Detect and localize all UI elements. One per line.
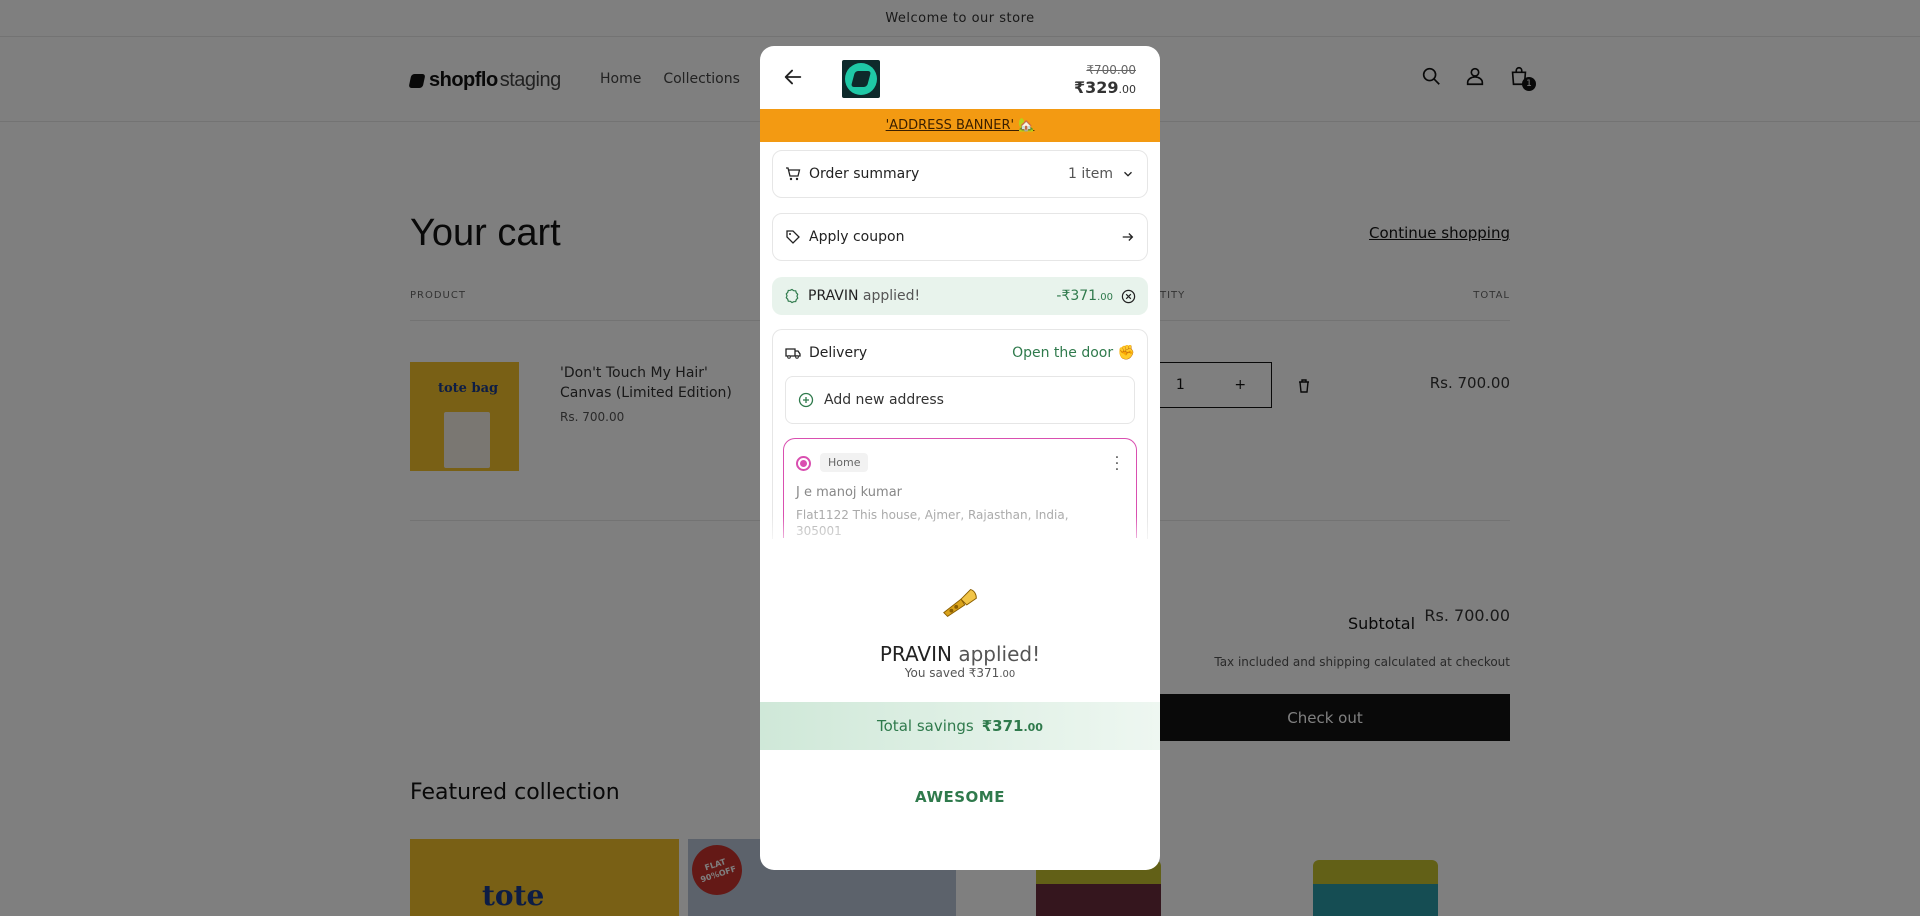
coupon-success-title: PRAVIN applied! xyxy=(879,642,1041,666)
applied-discount: -₹371.00 xyxy=(1056,288,1113,304)
item-count: 1 item xyxy=(1068,166,1113,182)
address-banner[interactable]: 'ADDRESS BANNER' 🏡 xyxy=(760,109,1160,142)
remove-coupon-icon[interactable] xyxy=(1121,289,1136,304)
back-arrow-icon[interactable] xyxy=(782,66,804,88)
total-savings-label: Total savings xyxy=(877,717,974,735)
popup-fade xyxy=(760,516,1160,556)
you-saved-text: You saved ₹371.00 xyxy=(904,666,1016,680)
add-new-address-label: Add new address xyxy=(824,392,944,408)
more-options-icon[interactable]: · · · xyxy=(1114,451,1120,477)
arrow-right-icon[interactable] xyxy=(1121,230,1135,244)
checkout-modal: ₹700.00 ₹329.00 'ADDRESS BANNER' 🏡 Order… xyxy=(760,46,1160,870)
address-radio[interactable] xyxy=(796,456,811,471)
coupon-badge-icon xyxy=(785,288,799,304)
trumpet-icon xyxy=(943,589,977,618)
apply-coupon-card[interactable]: Apply coupon xyxy=(772,213,1148,261)
order-summary-card[interactable]: Order summary 1 item xyxy=(772,150,1148,198)
merchant-logo xyxy=(842,60,880,98)
truck-icon xyxy=(785,348,801,359)
final-price: ₹329.00 xyxy=(1073,78,1136,97)
address-tag: Home xyxy=(820,453,869,472)
modal-header: ₹700.00 ₹329.00 xyxy=(760,46,1160,109)
total-savings-bar: Total savings ₹371.00 xyxy=(760,702,1160,750)
original-price: ₹700.00 xyxy=(1086,63,1136,77)
chevron-down-icon[interactable] xyxy=(1121,167,1135,181)
apply-coupon-label: Apply coupon xyxy=(809,229,905,245)
delivery-note: Open the door ✊ xyxy=(1012,345,1135,361)
applied-coupon-row: PRAVIN applied! -₹371.00 xyxy=(772,277,1148,315)
plus-circle-icon xyxy=(798,392,814,408)
address-name: J e manoj kumar xyxy=(796,485,903,500)
delivery-label: Delivery xyxy=(809,345,868,361)
awesome-button[interactable]: AWESOME xyxy=(760,788,1160,806)
applied-text: applied! xyxy=(862,288,921,304)
add-new-address-button[interactable]: Add new address xyxy=(785,376,1135,424)
cart-icon xyxy=(786,167,801,181)
applied-code: PRAVIN xyxy=(808,288,859,304)
total-savings-value: ₹371.00 xyxy=(981,717,1043,735)
tag-icon xyxy=(786,230,800,244)
delivery-section: Delivery Open the door ✊ Add new address… xyxy=(772,329,1148,539)
order-summary-label: Order summary xyxy=(809,166,920,182)
